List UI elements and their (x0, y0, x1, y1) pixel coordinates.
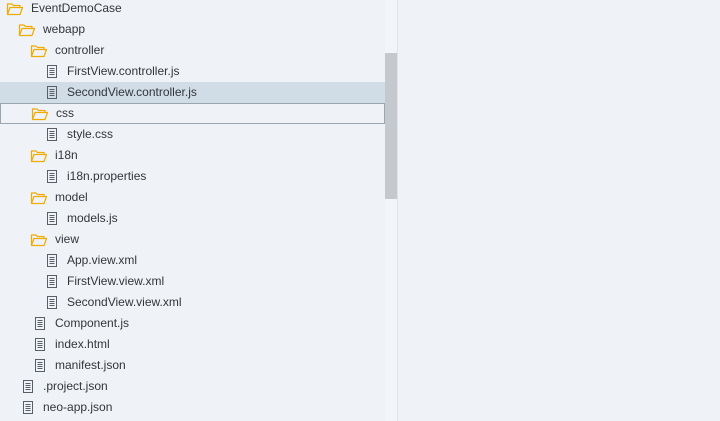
tree-item-label: models.js (67, 211, 118, 225)
file-icon (22, 380, 34, 393)
file-tree: EventDemoCase webapp controller FirstView.c… (0, 0, 385, 421)
tree-folder[interactable]: webapp (0, 19, 385, 40)
tree-item-label: i18n.properties (67, 169, 147, 183)
file-icon (46, 275, 58, 288)
tree-item-label: .project.json (43, 379, 108, 393)
file-icon (22, 401, 34, 414)
tree-file[interactable]: FirstView.controller.js (0, 61, 385, 82)
tree-item-label: App.view.xml (67, 253, 138, 267)
tree-item-label: Component.js (55, 316, 130, 330)
folder-open-icon (31, 107, 49, 121)
tree-item-label: model (55, 190, 88, 204)
file-icon (46, 65, 58, 78)
file-icon (46, 296, 58, 309)
folder-open-icon (30, 191, 48, 205)
tree-item-label: SecondView.controller.js (67, 85, 197, 99)
tree-folder[interactable]: i18n (0, 145, 385, 166)
tree-file[interactable]: .project.json (0, 376, 385, 397)
scrollbar-thumb[interactable] (385, 53, 397, 199)
tree-file[interactable]: App.view.xml (0, 250, 385, 271)
tree-item-label: SecondView.view.xml (67, 295, 182, 309)
tree-item-label: controller (55, 43, 105, 57)
tree-file[interactable]: index.html (0, 334, 385, 355)
folder-open-icon (18, 23, 36, 37)
tree-file[interactable]: neo-app.json (0, 397, 385, 418)
folder-open-icon (30, 44, 48, 58)
tree-item-label: css (56, 106, 74, 120)
workspace: EventDemoCase webapp controller FirstView.c… (0, 0, 720, 421)
file-icon (46, 128, 58, 141)
file-icon (34, 359, 46, 372)
file-icon (46, 254, 58, 267)
editor-area (398, 0, 720, 421)
file-icon (34, 338, 46, 351)
tree-item-label: view (55, 232, 80, 246)
file-icon (34, 317, 46, 330)
tree-file[interactable]: i18n.properties (0, 166, 385, 187)
file-icon (46, 170, 58, 183)
tree-scrollbar[interactable] (385, 0, 397, 421)
tree-file[interactable]: SecondView.view.xml (0, 292, 385, 313)
tree-folder[interactable]: controller (0, 40, 385, 61)
tree-file[interactable]: models.js (0, 208, 385, 229)
tree-folder[interactable]: EventDemoCase (0, 0, 385, 19)
tree-file[interactable]: style.css (0, 124, 385, 145)
tree-file[interactable]: FirstView.view.xml (0, 271, 385, 292)
tree-item-label: EventDemoCase (31, 1, 122, 15)
tree-item-label: style.css (67, 127, 114, 141)
tree-item-label: index.html (55, 337, 110, 351)
tree-folder[interactable]: css (0, 103, 385, 124)
tree-folder[interactable]: model (0, 187, 385, 208)
tree-file[interactable]: manifest.json (0, 355, 385, 376)
tree-file[interactable]: SecondView.controller.js (0, 82, 385, 103)
tree-item-label: webapp (43, 22, 86, 36)
tree-item-label: FirstView.controller.js (67, 64, 180, 78)
tree-item-label: i18n (55, 148, 78, 162)
tree-file[interactable]: Component.js (0, 313, 385, 334)
tree-folder[interactable]: view (0, 229, 385, 250)
file-icon (46, 86, 58, 99)
tree-item-label: FirstView.view.xml (67, 274, 165, 288)
folder-open-icon (6, 2, 24, 16)
folder-open-icon (30, 233, 48, 247)
tree-item-label: neo-app.json (43, 400, 113, 414)
file-icon (46, 212, 58, 225)
tree-item-label: manifest.json (55, 358, 126, 372)
folder-open-icon (30, 149, 48, 163)
